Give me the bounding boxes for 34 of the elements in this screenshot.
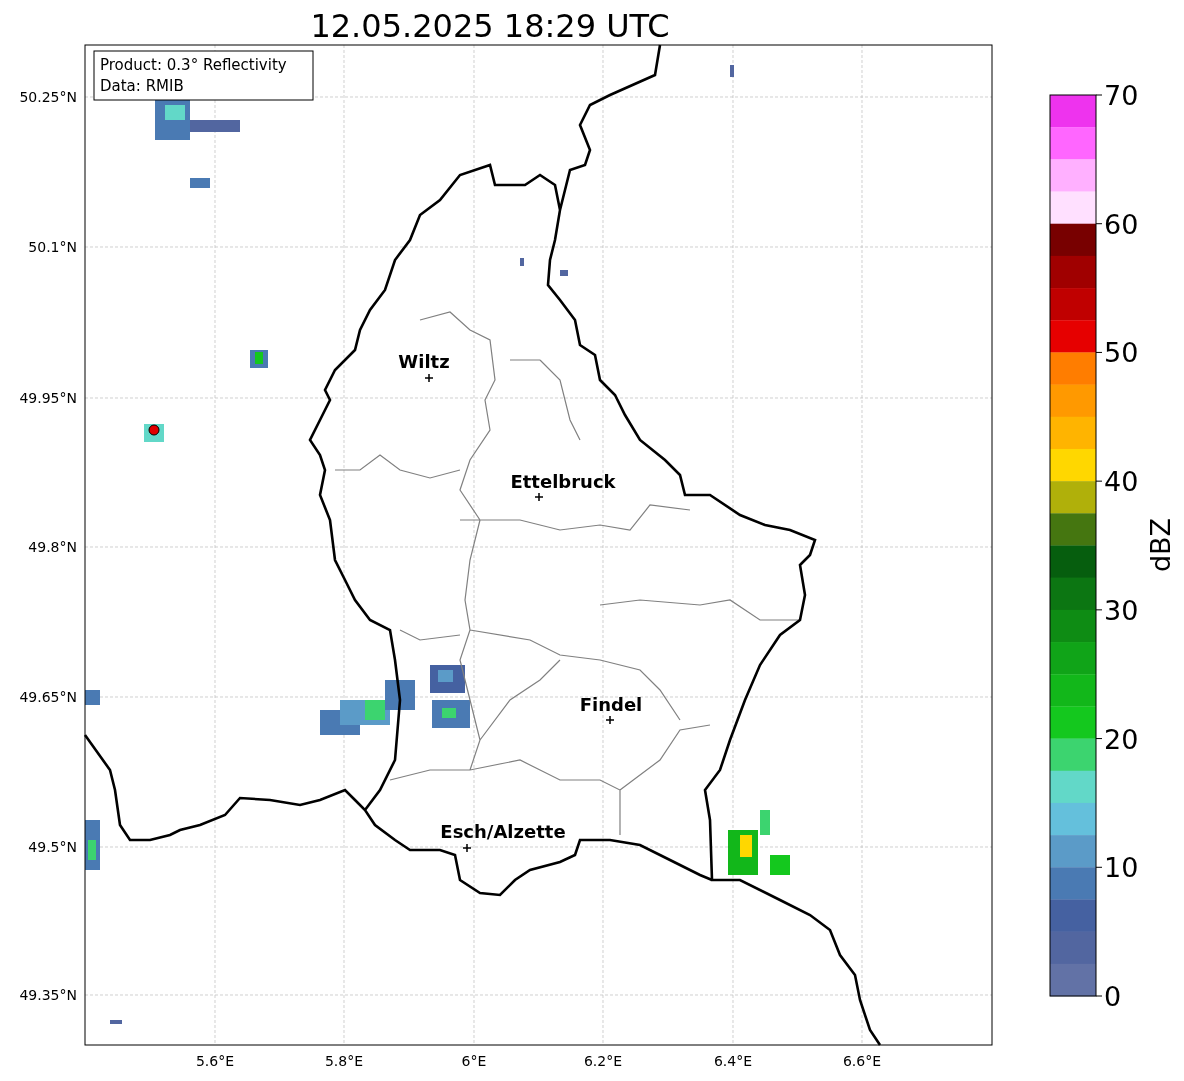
city-label: Wiltz bbox=[398, 351, 450, 372]
longitude-label: 5.8°E bbox=[324, 1053, 364, 1069]
longitude-label: 6°E bbox=[461, 1053, 487, 1069]
city-marker-icon bbox=[534, 492, 544, 502]
colorbar-tick-label: 50 bbox=[1104, 337, 1139, 369]
city-marker-icon bbox=[605, 715, 615, 725]
latitude-label: 49.95°N bbox=[19, 390, 77, 406]
colorbar-tick-label: 70 bbox=[1104, 80, 1139, 111]
latitude-label: 49.35°N bbox=[19, 987, 77, 1003]
radar-site-icon bbox=[148, 424, 160, 436]
info-text: Data: RMIB bbox=[100, 77, 184, 95]
latitude-label: 49.5°N bbox=[28, 839, 77, 855]
latitude-label: 50.1°N bbox=[28, 239, 77, 255]
latitude-label: 50.25°N bbox=[19, 89, 77, 105]
figure-title: 12.05.2025 18:29 UTC bbox=[310, 7, 670, 45]
latitude-label: 49.65°N bbox=[19, 689, 77, 705]
longitude-label: 6.4°E bbox=[713, 1053, 753, 1069]
longitude-label: 6.6°E bbox=[842, 1053, 882, 1069]
colorbar-tick-label: 60 bbox=[1104, 208, 1139, 240]
city-marker-icon bbox=[424, 373, 434, 383]
city-label: Esch/Alzette bbox=[440, 821, 566, 842]
info-text: Product: 0.3° Reflectivity bbox=[100, 56, 287, 74]
colorbar-tick-label: 30 bbox=[1104, 594, 1139, 626]
longitude-label: 6.2°E bbox=[583, 1053, 623, 1069]
latitude-label: 49.8°N bbox=[28, 539, 77, 555]
city-label: Ettelbruck bbox=[510, 471, 616, 492]
colorbar-tick-label: 20 bbox=[1104, 723, 1139, 755]
colorbar-tick-label: 10 bbox=[1104, 852, 1139, 884]
longitude-label: 5.6°E bbox=[195, 1053, 235, 1069]
colorbar-tick-label: 40 bbox=[1104, 466, 1139, 498]
city-label: Findel bbox=[579, 694, 643, 715]
colorbar-tick-label: 0 bbox=[1104, 981, 1122, 1012]
colorbar-label: dBZ bbox=[1145, 517, 1176, 573]
city-marker-icon bbox=[462, 843, 472, 853]
